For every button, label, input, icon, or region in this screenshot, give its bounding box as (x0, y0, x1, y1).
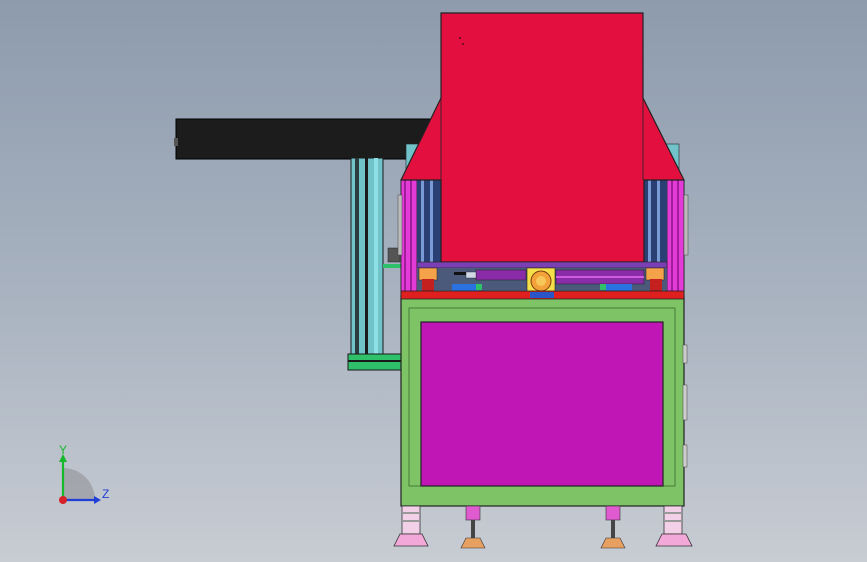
base-frame (400, 295, 688, 507)
cad-viewport[interactable]: Y Z (0, 0, 867, 562)
feed-mechanism (416, 261, 668, 295)
y-axis-label: Y (59, 443, 68, 457)
support-column (347, 157, 405, 371)
hopper (400, 12, 685, 263)
z-axis-label: Z (102, 487, 110, 501)
machine-model[interactable] (0, 0, 867, 562)
leveling-feet (393, 505, 693, 549)
overhead-arm (174, 118, 437, 160)
axis-triad: Y Z (40, 440, 120, 510)
access-panel (420, 321, 664, 487)
red-rail (400, 290, 685, 300)
